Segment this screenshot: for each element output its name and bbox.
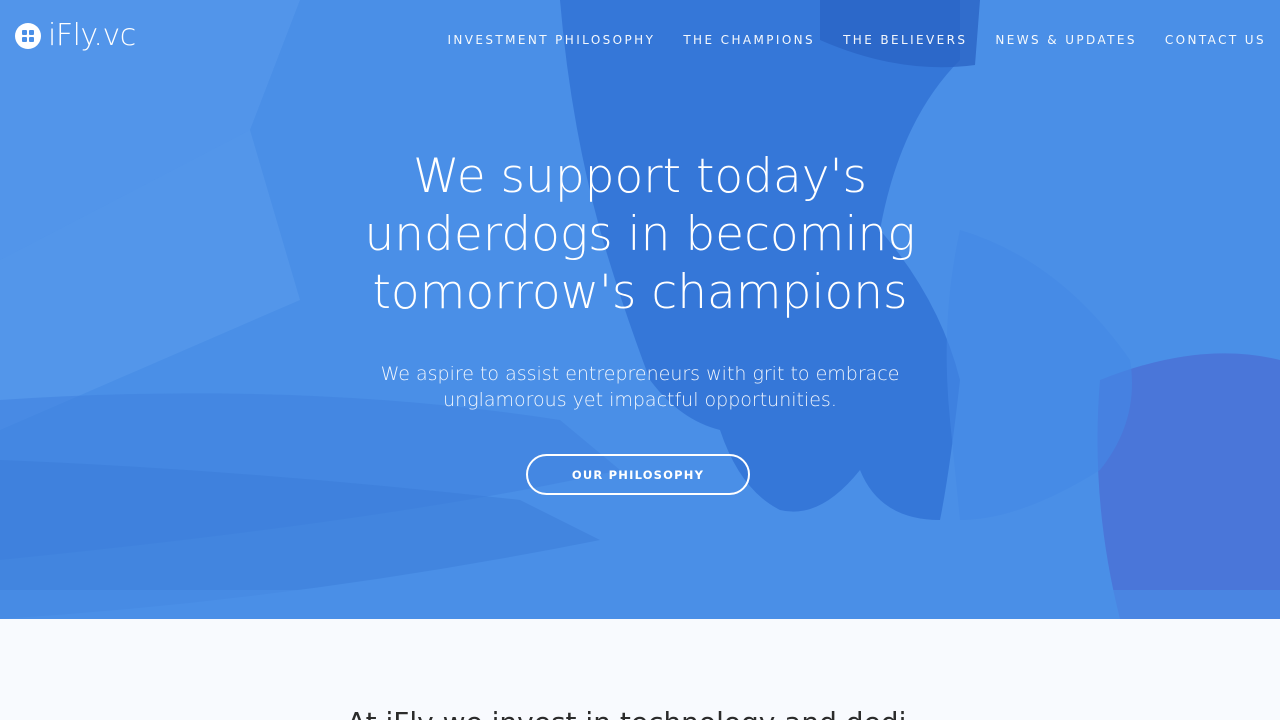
our-philosophy-button[interactable]: OUR PHILOSOPHY (526, 454, 750, 495)
nav-the-believers[interactable]: THE BELIEVERS (843, 31, 967, 49)
hero-subheadline: We aspire to assist entrepreneurs with g… (380, 363, 900, 411)
brand-name: iFly.vc (48, 18, 136, 53)
hero-section: iFly.vc INVESTMENT PHILOSOPHY THE CHAMPI… (0, 0, 1280, 619)
nav-news-updates[interactable]: NEWS & UPDATES (995, 31, 1136, 49)
hero-headline: We support today's underdogs in becoming… (364, 149, 916, 320)
nav-contact-us[interactable]: CONTACT US (1165, 31, 1266, 49)
four-squares-circle-icon (15, 23, 41, 49)
top-navbar: iFly.vc INVESTMENT PHILOSOPHY THE CHAMPI… (0, 0, 1280, 80)
intro-section: At iFly we invest in technology and dedi… (0, 619, 1280, 720)
intro-heading: At iFly we invest in technology and dedi… (0, 705, 1280, 720)
brand-logo[interactable]: iFly.vc (15, 18, 136, 54)
nav-the-champions[interactable]: THE CHAMPIONS (683, 31, 815, 49)
nav-investment-philosophy[interactable]: INVESTMENT PHILOSOPHY (447, 31, 655, 49)
main-nav: INVESTMENT PHILOSOPHY THE CHAMPIONS THE … (419, 31, 1266, 49)
